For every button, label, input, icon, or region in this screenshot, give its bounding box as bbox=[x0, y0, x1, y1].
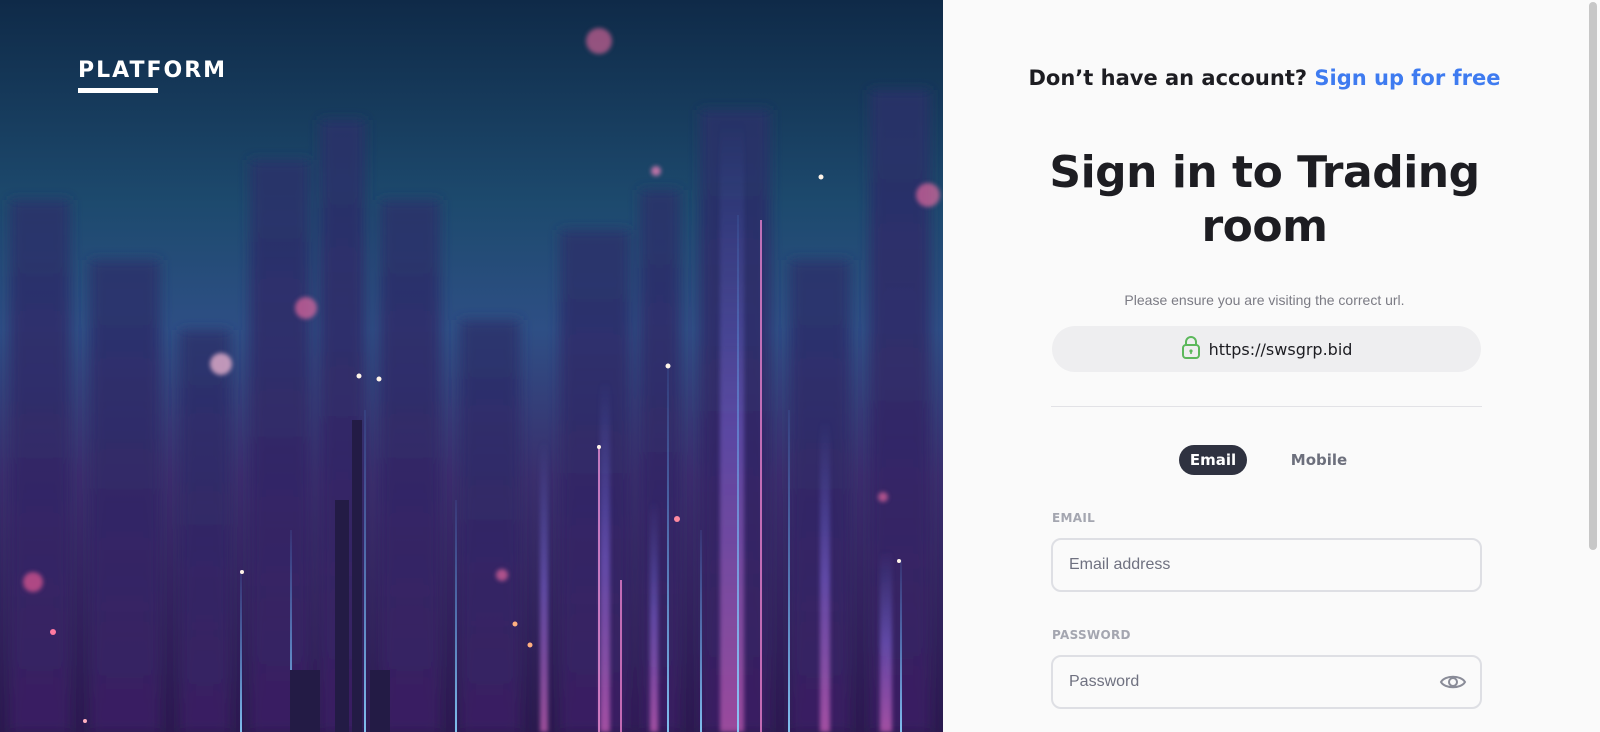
scrollbar-thumb[interactable] bbox=[1589, 2, 1597, 550]
logo-text: PLATFORM bbox=[78, 58, 228, 83]
logo-underline bbox=[78, 88, 158, 93]
tab-mobile[interactable]: Mobile bbox=[1283, 445, 1355, 475]
signup-link[interactable]: Sign up for free bbox=[1314, 66, 1500, 90]
lock-icon bbox=[1181, 335, 1201, 363]
scrollbar[interactable] bbox=[1586, 0, 1600, 732]
email-field[interactable] bbox=[1051, 538, 1482, 592]
password-label: PASSWORD bbox=[1052, 628, 1131, 642]
password-field[interactable] bbox=[1051, 655, 1482, 709]
brand-logo[interactable]: PLATFORM bbox=[78, 58, 227, 93]
divider bbox=[1051, 406, 1482, 407]
email-label: EMAIL bbox=[1052, 511, 1096, 525]
page-title-line-1: Sign in to Trading bbox=[1049, 147, 1480, 198]
url-notice: Please ensure you are visiting the corre… bbox=[1124, 292, 1405, 308]
signup-prompt-text: Don’t have an account? bbox=[1028, 66, 1308, 90]
hero-image: PLATFORM bbox=[0, 0, 943, 732]
url-display: https://swsgrp.bid bbox=[1052, 326, 1481, 372]
tab-email[interactable]: Email bbox=[1179, 445, 1247, 475]
page-title-line-2: room bbox=[1201, 201, 1328, 252]
sign-in-panel: Don’t have an account? Sign up for free … bbox=[943, 0, 1600, 732]
page-title: Sign in to Trading room bbox=[943, 146, 1586, 254]
signup-prompt: Don’t have an account? Sign up for free bbox=[943, 66, 1586, 90]
eye-icon[interactable] bbox=[1439, 672, 1467, 696]
url-text: https://swsgrp.bid bbox=[1208, 339, 1353, 359]
city-light-illustration bbox=[10, 28, 940, 732]
